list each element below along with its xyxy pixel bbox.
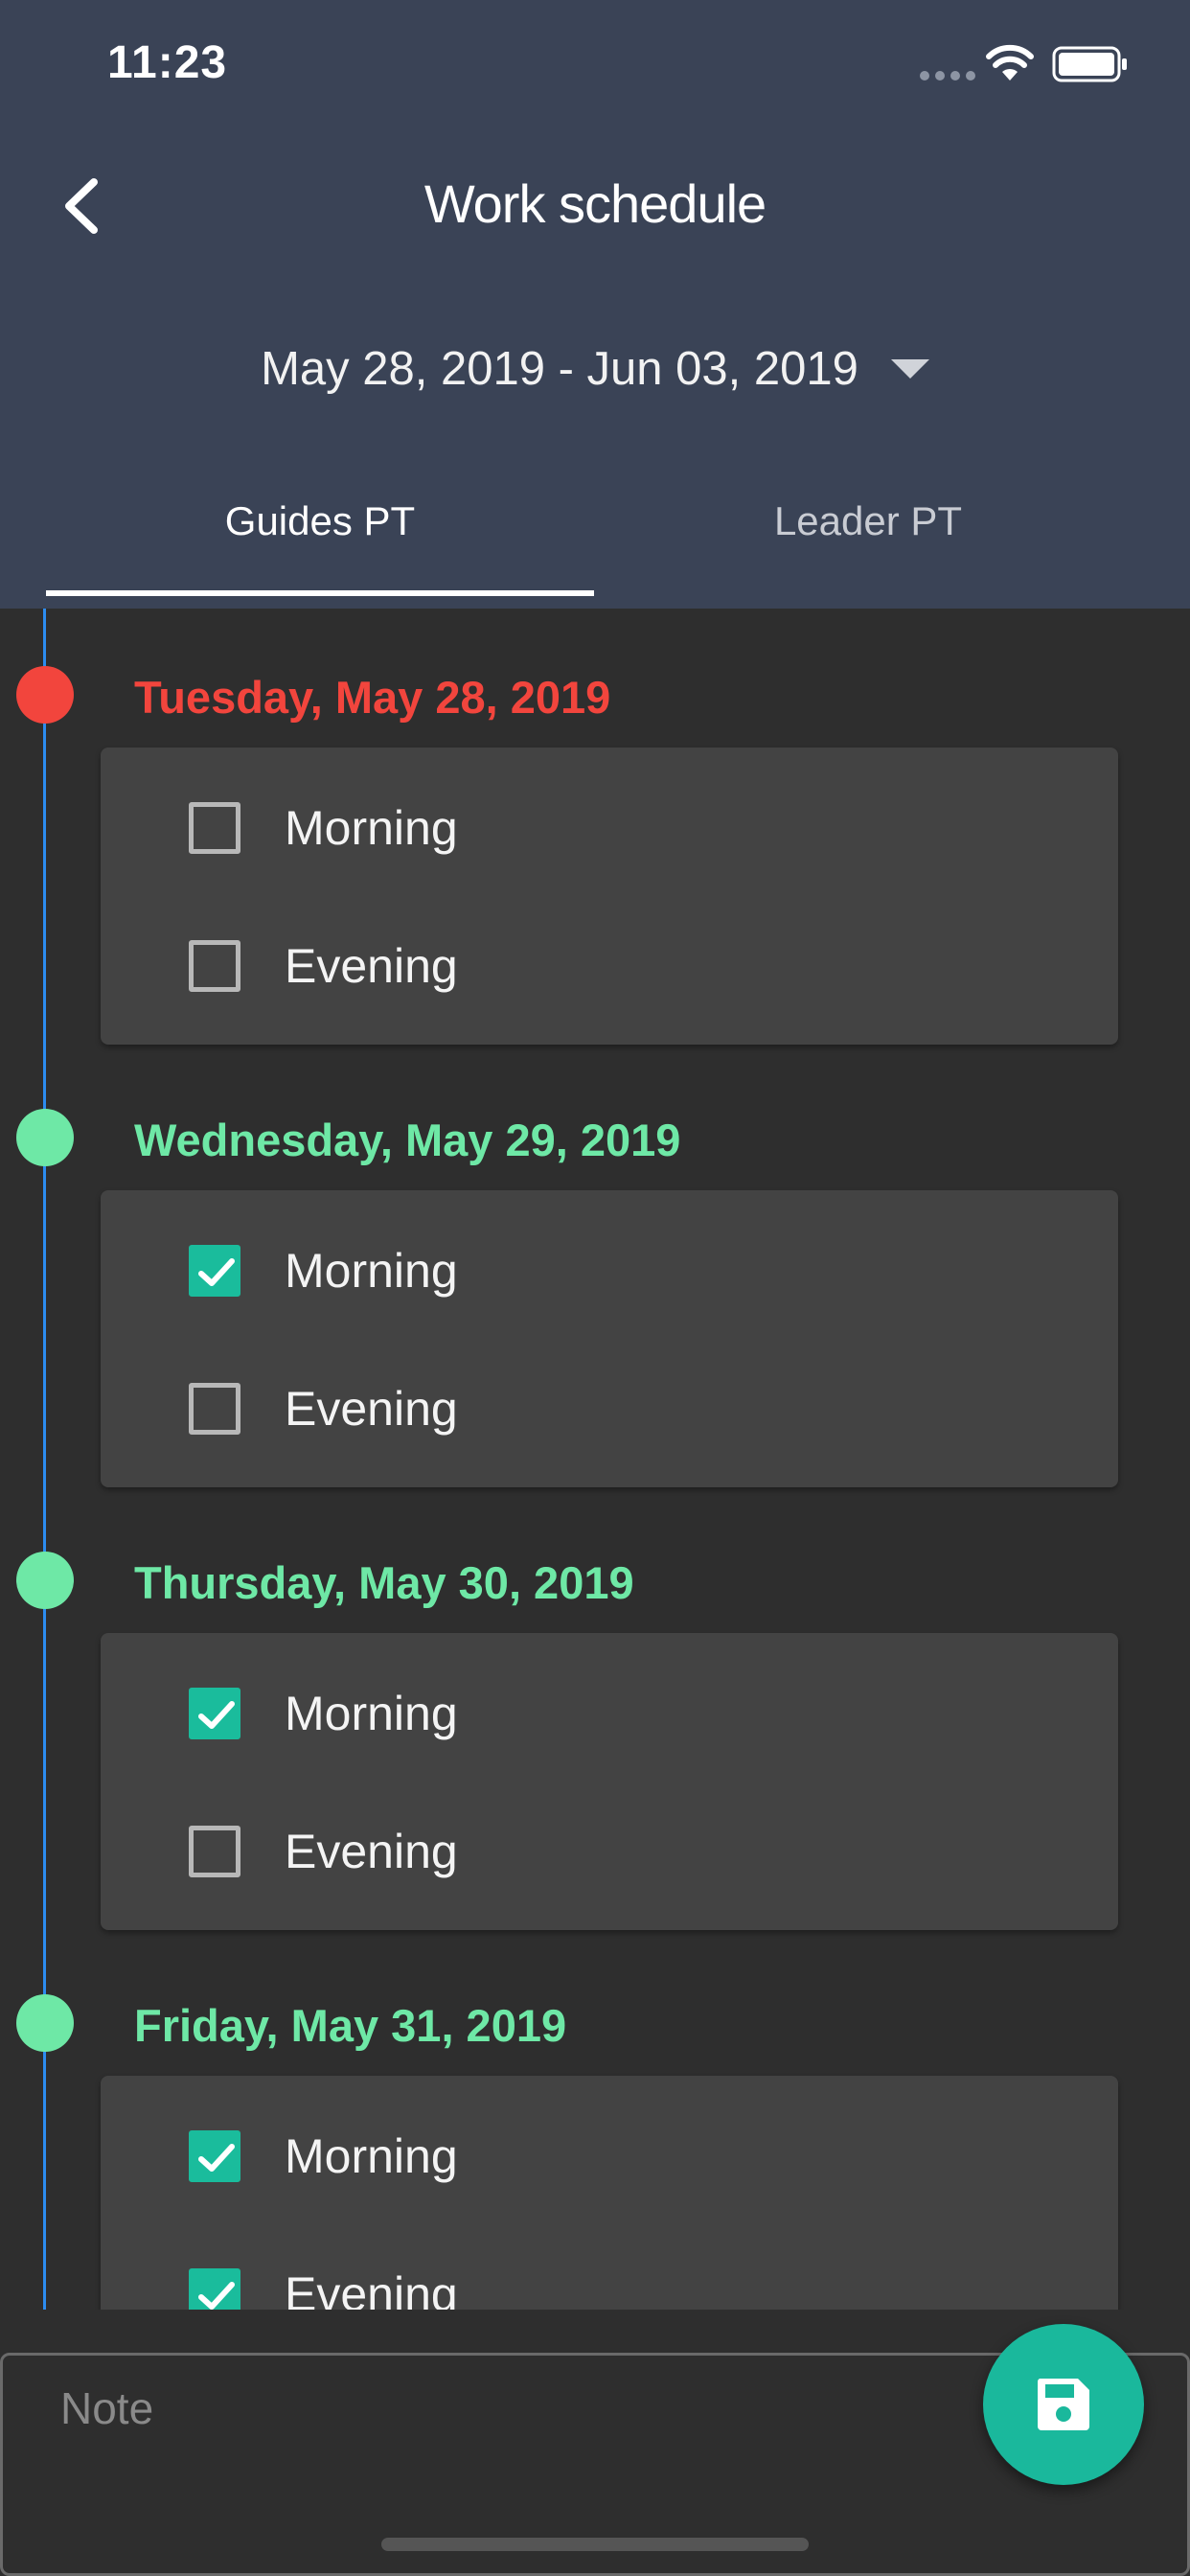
home-indicator: [381, 2538, 809, 2551]
schedule-list[interactable]: Tuesday, May 28, 2019 Morning Evening We…: [0, 609, 1190, 2310]
checkbox-checked[interactable]: [189, 1245, 240, 1297]
checkbox-unchecked[interactable]: [189, 802, 240, 854]
date-range-selector[interactable]: May 28, 2019 - Jun 03, 2019: [0, 340, 1190, 398]
day-date: Tuesday, May 28, 2019: [134, 672, 611, 723]
tab-guides-pt[interactable]: Guides PT: [46, 498, 594, 556]
status-time: 11:23: [107, 37, 228, 88]
shift-label: Morning: [285, 801, 458, 855]
timeline-dot: [16, 666, 74, 724]
shift-option-evening[interactable]: Evening: [189, 2266, 458, 2310]
shift-option-morning[interactable]: Morning: [189, 1242, 458, 1300]
day-date: Wednesday, May 29, 2019: [134, 1115, 681, 1165]
shift-card: Morning Evening: [101, 2076, 1118, 2310]
shift-card: Morning Evening: [101, 1633, 1118, 1930]
save-button[interactable]: [983, 2324, 1144, 2485]
page-title: Work schedule: [423, 173, 767, 234]
floppy-disk-icon: [1037, 2379, 1089, 2430]
day-date: Friday, May 31, 2019: [134, 2000, 567, 2051]
shift-label: Evening: [285, 939, 458, 993]
checkbox-checked[interactable]: [189, 2130, 240, 2182]
timeline-dot: [16, 1109, 74, 1166]
date-range-label: May 28, 2019 - Jun 03, 2019: [261, 343, 858, 395]
checkbox-unchecked[interactable]: [189, 940, 240, 992]
shift-label: Evening: [285, 2267, 458, 2310]
check-icon: [198, 2144, 235, 2172]
note-placeholder: Note: [60, 2383, 154, 2433]
check-icon: [198, 1701, 235, 1729]
header: 11:23 Work schedule May 28, 2019 - Jun 0…: [0, 0, 1190, 609]
caret-down-icon: [890, 359, 929, 379]
checkbox-checked[interactable]: [189, 1688, 240, 1739]
wifi-icon: [986, 44, 1034, 80]
cellular-signal-icon: [920, 71, 975, 80]
tab-indicator: [46, 590, 594, 596]
shift-option-evening[interactable]: Evening: [189, 937, 458, 995]
day-date: Thursday, May 30, 2019: [134, 1557, 634, 1608]
checkbox-checked[interactable]: [189, 2268, 240, 2310]
shift-card: Morning Evening: [101, 1190, 1118, 1487]
checkbox-unchecked[interactable]: [189, 1383, 240, 1435]
shift-option-morning[interactable]: Morning: [189, 1685, 458, 1742]
shift-label: Evening: [285, 1825, 458, 1878]
status-bar: 11:23: [0, 0, 1190, 129]
shift-option-evening[interactable]: Evening: [189, 1380, 458, 1438]
battery-icon: [1052, 46, 1127, 82]
shift-label: Evening: [285, 1382, 458, 1436]
timeline-dot: [16, 1552, 74, 1609]
checkbox-unchecked[interactable]: [189, 1826, 240, 1877]
check-icon: [198, 2282, 235, 2310]
shift-label: Morning: [285, 2129, 458, 2183]
shift-option-evening[interactable]: Evening: [189, 1823, 458, 1880]
check-icon: [198, 1258, 235, 1286]
shift-card: Morning Evening: [101, 748, 1118, 1045]
shift-label: Morning: [285, 1687, 458, 1740]
shift-option-morning[interactable]: Morning: [189, 799, 458, 857]
shift-label: Morning: [285, 1244, 458, 1298]
tab-leader-pt[interactable]: Leader PT: [594, 498, 1142, 556]
timeline-dot: [16, 1994, 74, 2052]
shift-option-morning[interactable]: Morning: [189, 2128, 458, 2185]
